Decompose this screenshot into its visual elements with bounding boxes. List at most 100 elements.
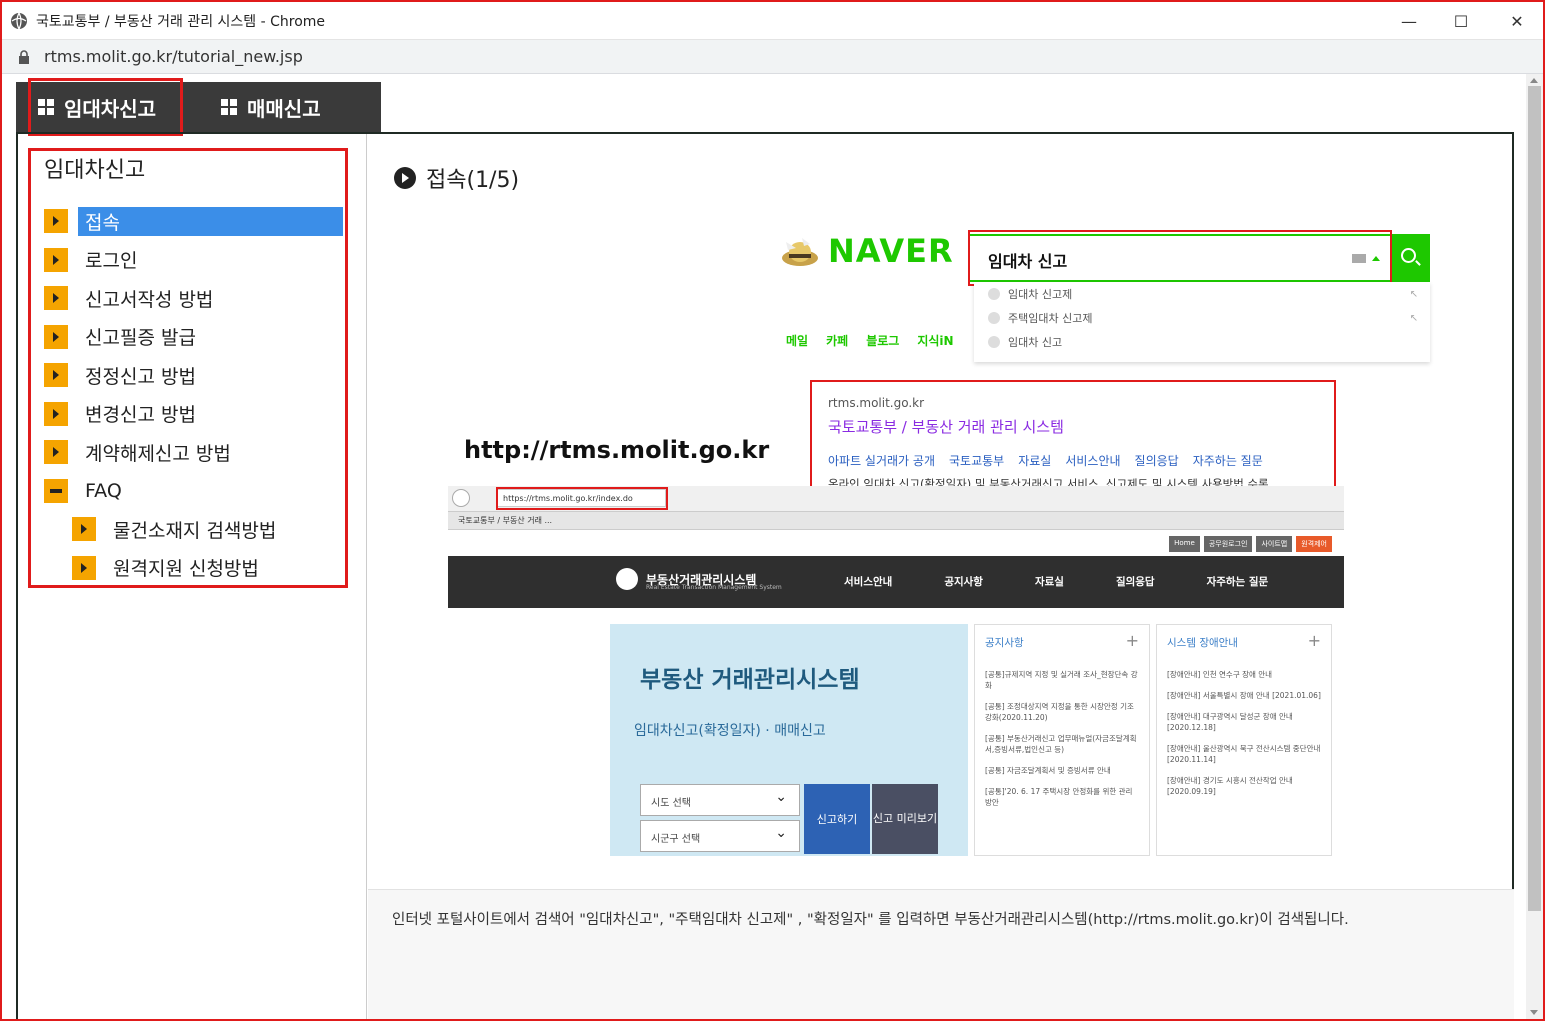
tutorial-illustration: NAVER 임대차 신고 임대차 신고제 ↖ 주택임대차 신고제 ↖ 임대차 신… (368, 134, 1514, 889)
naver-link: 카페 (826, 334, 849, 348)
report-button: 신고하기 (804, 784, 870, 854)
preview-button: 신고 미리보기 (872, 784, 938, 854)
sidebar-item-correction[interactable]: 정정신고 방법 (44, 356, 344, 395)
scroll-down-icon[interactable] (1530, 1010, 1538, 1015)
globe-icon (11, 12, 27, 29)
province-select: 시도 선택 (640, 784, 800, 816)
sidebar-item-label: 접속 (78, 206, 343, 236)
site-hero: 부동산 거래관리시스템 임대차신고(확정일자) · 매매신고 시도 선택 시군구… (610, 624, 968, 856)
naver-logo: NAVER (780, 232, 954, 270)
notice-panel: 공지사항 + [공통]규제지역 지정 및 실거래 조사_현장단속 강화 [공통]… (974, 624, 1150, 856)
address-bar[interactable]: rtms.molit.go.kr/tutorial_new.jsp (2, 40, 1543, 74)
sidebar-item-label: 정정신고 방법 (85, 365, 196, 388)
arrow-right-icon (44, 324, 68, 349)
maximize-button[interactable]: ☐ (1432, 2, 1490, 40)
window-title: 국토교통부 / 부동산 거래 관리 시스템 - Chrome (36, 13, 326, 30)
sidebar-item-change[interactable]: 변경신고 방법 (44, 395, 344, 434)
vertical-scrollbar[interactable] (1526, 74, 1543, 1019)
lock-icon (19, 49, 29, 64)
naver-wordmark: NAVER (828, 232, 954, 270)
sidebar-item-faq[interactable]: FAQ (44, 472, 344, 511)
arrow-right-icon (72, 555, 96, 580)
tab-lease-report[interactable]: 임대차신고 (16, 82, 191, 132)
tab-label: 임대차신고 (64, 96, 156, 121)
suggestion-item: 임대차 신고제 ↖ (974, 282, 1430, 306)
sidebar-item-label: 로그인 (85, 250, 138, 273)
site-logo: 부동산거래관리시스템 Real Estate Transaction Manag… (616, 568, 782, 591)
site-nav: 서비스안내 공지사항 자료실 질의응답 자주하는 질문 (844, 576, 1269, 588)
naver-service-links: 메일 카페 블로그 지식iN (786, 332, 954, 349)
result-domain: rtms.molit.go.kr (828, 396, 925, 410)
result-links: 아파트 실거래가 공개 국토교통부 자료실 서비스안내 질의응답 자주하는 질문 (828, 454, 1263, 468)
outage-heading: 시스템 장애안내 (1167, 637, 1238, 649)
naver-hat-icon (782, 238, 818, 266)
government-emblem-icon (616, 568, 638, 590)
screenshot-nav-bar: https://rtms.molit.go.kr/index.do (448, 486, 1344, 512)
hero-subtitle: 임대차신고(확정일자) · 매매신고 (634, 723, 826, 739)
arrow-right-icon (72, 517, 96, 542)
sidebar-menu: 접속 로그인 신고서작성 방법 신고필증 발급 정정신고 방법 변경신고 방법 … (44, 202, 344, 587)
minus-icon (44, 478, 68, 503)
url-text: rtms.molit.go.kr/tutorial_new.jsp (44, 47, 303, 66)
arrow-right-icon (44, 401, 68, 426)
title-bar: 국토교통부 / 부동산 거래 관리 시스템 - Chrome — ☐ ✕ (2, 2, 1543, 40)
sidebar-item-label: 원격지원 신청방법 (113, 558, 259, 581)
naver-search-input: 임대차 신고 (968, 234, 1428, 282)
search-query: 임대차 신고 (988, 252, 1068, 271)
sidebar-item-write-report[interactable]: 신고서작성 방법 (44, 279, 344, 318)
naver-link: 블로그 (866, 334, 900, 348)
screenshot-address: https://rtms.molit.go.kr/index.do (496, 489, 666, 507)
arrow-right-icon (44, 209, 68, 234)
minimize-button[interactable]: — (1380, 2, 1438, 40)
sidebar-item-label: 물건소재지 검색방법 (113, 519, 277, 542)
site-screenshot: https://rtms.molit.go.kr/index.do 국토교통부 … (448, 486, 1344, 616)
notice-heading: 공지사항 (985, 637, 1024, 649)
description-area: 인터넷 포털사이트에서 검색어 "임대차신고", "주택임대차 신고제" , "… (368, 889, 1514, 1019)
naver-link: 메일 (786, 334, 809, 348)
top-tabs: 임대차신고 매매신고 (16, 82, 381, 132)
keyboard-icon (1352, 254, 1366, 263)
sidebar-item-label: FAQ (85, 479, 122, 502)
naver-link: 지식iN (917, 334, 954, 348)
site-url-text: http://rtms.molit.go.kr (464, 436, 770, 464)
sidebar-heading: 임대차신고 (44, 158, 146, 183)
sidebar-item-address-search[interactable]: 물건소재지 검색방법 (44, 510, 344, 549)
search-suggestions: 임대차 신고제 ↖ 주택임대차 신고제 ↖ 임대차 신고 (974, 282, 1430, 362)
search-icon (1401, 248, 1416, 263)
sidebar-item-label: 신고필증 발급 (85, 327, 196, 350)
outage-panel: 시스템 장애안내 + [장애안내] 인천 연수구 장애 안내 [장애안내] 서울… (1156, 624, 1332, 856)
sidebar-item-login[interactable]: 로그인 (44, 241, 344, 280)
screenshot-topbar: Home 공무원로그인 사이트맵 원격제어 (448, 530, 1344, 556)
grid-icon (221, 99, 237, 115)
plus-icon: + (1125, 631, 1139, 650)
scroll-up-icon[interactable] (1530, 78, 1538, 83)
arrow-right-icon (44, 286, 68, 311)
screenshot-tab: 국토교통부 / 부동산 거래 ... (448, 512, 1344, 530)
naver-search-button (1390, 234, 1430, 282)
close-button[interactable]: ✕ (1488, 2, 1543, 40)
sidebar-item-connect[interactable]: 접속 (44, 202, 344, 241)
tab-sale-report[interactable]: 매매신고 (191, 82, 381, 132)
sidebar-item-remote-support[interactable]: 원격지원 신청방법 (44, 549, 344, 588)
sidebar-item-label: 신고서작성 방법 (85, 288, 214, 311)
sidebar-item-label: 변경신고 방법 (85, 404, 196, 427)
suggestion-item: 주택임대차 신고제 ↖ (974, 306, 1430, 330)
sidebar-item-label: 계약해제신고 방법 (85, 442, 231, 465)
result-title: 국토교통부 / 부동산 거래 관리 시스템 (828, 418, 1064, 436)
screenshot-header: 부동산거래관리시스템 Real Estate Transaction Manag… (448, 556, 1344, 608)
sidebar-item-cancel[interactable]: 계약해제신고 방법 (44, 433, 344, 472)
tab-label: 매매신고 (247, 96, 321, 121)
hero-title: 부동산 거래관리시스템 (640, 667, 860, 693)
main-frame: 임대차신고 접속 로그인 신고서작성 방법 신고필증 발급 정정신고 방법 변경… (16, 132, 1514, 1019)
content-area: 접속(1/5) NAVER 임대차 신고 임대차 신고제 ↖ 주택임대차 신고제… (368, 134, 1514, 1019)
plus-icon: + (1307, 631, 1321, 650)
back-icon (452, 489, 470, 507)
page-content: 임대차신고 매매신고 임대차신고 접속 로그인 신고서작성 방법 신고필증 발급… (2, 74, 1529, 1019)
district-select: 시군구 선택 (640, 820, 800, 852)
sidebar-item-certificate[interactable]: 신고필증 발급 (44, 318, 344, 357)
description-text: 인터넷 포털사이트에서 검색어 "임대차신고", "주택임대차 신고제" , "… (392, 912, 1349, 928)
arrow-right-icon (44, 440, 68, 465)
scroll-thumb[interactable] (1528, 86, 1541, 911)
sidebar: 임대차신고 접속 로그인 신고서작성 방법 신고필증 발급 정정신고 방법 변경… (18, 134, 367, 1019)
grid-icon (38, 99, 54, 115)
